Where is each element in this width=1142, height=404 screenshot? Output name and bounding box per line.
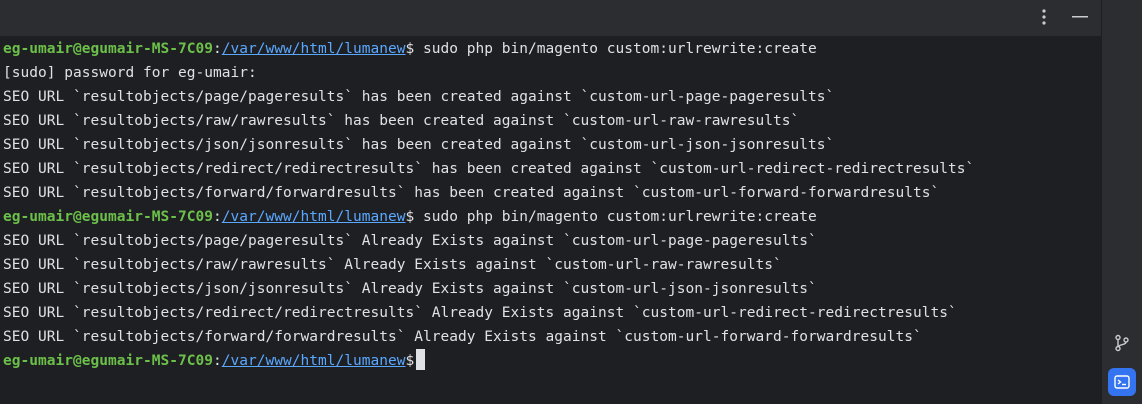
minimize-icon[interactable] (1069, 6, 1091, 28)
prompt-symbol: $ (405, 209, 415, 225)
terminal-output[interactable]: eg-umair@egumair-MS-7C09:/var/www/html/l… (0, 36, 1101, 404)
prompt-line: eg-umair@egumair-MS-7C09:/var/www/html/l… (3, 349, 1101, 373)
prompt-colon: : (213, 209, 222, 225)
output-line: SEO URL `resultobjects/page/pageresults`… (3, 233, 817, 249)
git-branch-icon[interactable] (1108, 329, 1136, 357)
terminal-header (0, 0, 1101, 36)
prompt-symbol: $ (405, 41, 415, 57)
prompt-line: eg-umair@egumair-MS-7C09:/var/www/html/l… (3, 205, 1101, 229)
terminal-lines: eg-umair@egumair-MS-7C09:/var/www/html/l… (0, 36, 1101, 373)
prompt-colon: : (213, 353, 222, 369)
more-vertical-icon[interactable] (1033, 6, 1055, 28)
output-line: SEO URL `resultobjects/redirect/redirect… (3, 161, 975, 177)
prompt-path[interactable]: /var/www/html/lumanew (222, 353, 406, 369)
command-text: sudo php bin/magento custom:urlrewrite:c… (414, 41, 817, 57)
output-line: SEO URL `resultobjects/page/pageresults`… (3, 89, 835, 105)
output-line: SEO URL `resultobjects/json/jsonresults`… (3, 137, 835, 153)
text-cursor (416, 349, 426, 370)
output-line: [sudo] password for eg-umair: (3, 65, 257, 81)
right-tool-sidebar (1101, 0, 1142, 404)
terminal-icon[interactable] (1108, 368, 1136, 396)
output-line: SEO URL `resultobjects/forward/forwardre… (3, 329, 922, 345)
output-line: SEO URL `resultobjects/forward/forwardre… (3, 185, 940, 201)
prompt-colon: : (213, 41, 222, 57)
prompt-symbol: $ (405, 353, 415, 369)
output-line: SEO URL `resultobjects/redirect/redirect… (3, 305, 957, 321)
prompt-user: eg-umair@egumair-MS-7C09 (3, 353, 213, 369)
prompt-line: eg-umair@egumair-MS-7C09:/var/www/html/l… (3, 37, 1101, 61)
prompt-path[interactable]: /var/www/html/lumanew (222, 41, 406, 57)
prompt-user: eg-umair@egumair-MS-7C09 (3, 41, 213, 57)
command-text: sudo php bin/magento custom:urlrewrite:c… (414, 209, 817, 225)
output-line: SEO URL `resultobjects/raw/rawresults` A… (3, 257, 782, 273)
output-line: SEO URL `resultobjects/json/jsonresults`… (3, 281, 817, 297)
output-line: SEO URL `resultobjects/raw/rawresults` h… (3, 113, 800, 129)
prompt-user: eg-umair@egumair-MS-7C09 (3, 209, 213, 225)
header-actions (1033, 6, 1091, 28)
prompt-path[interactable]: /var/www/html/lumanew (222, 209, 406, 225)
